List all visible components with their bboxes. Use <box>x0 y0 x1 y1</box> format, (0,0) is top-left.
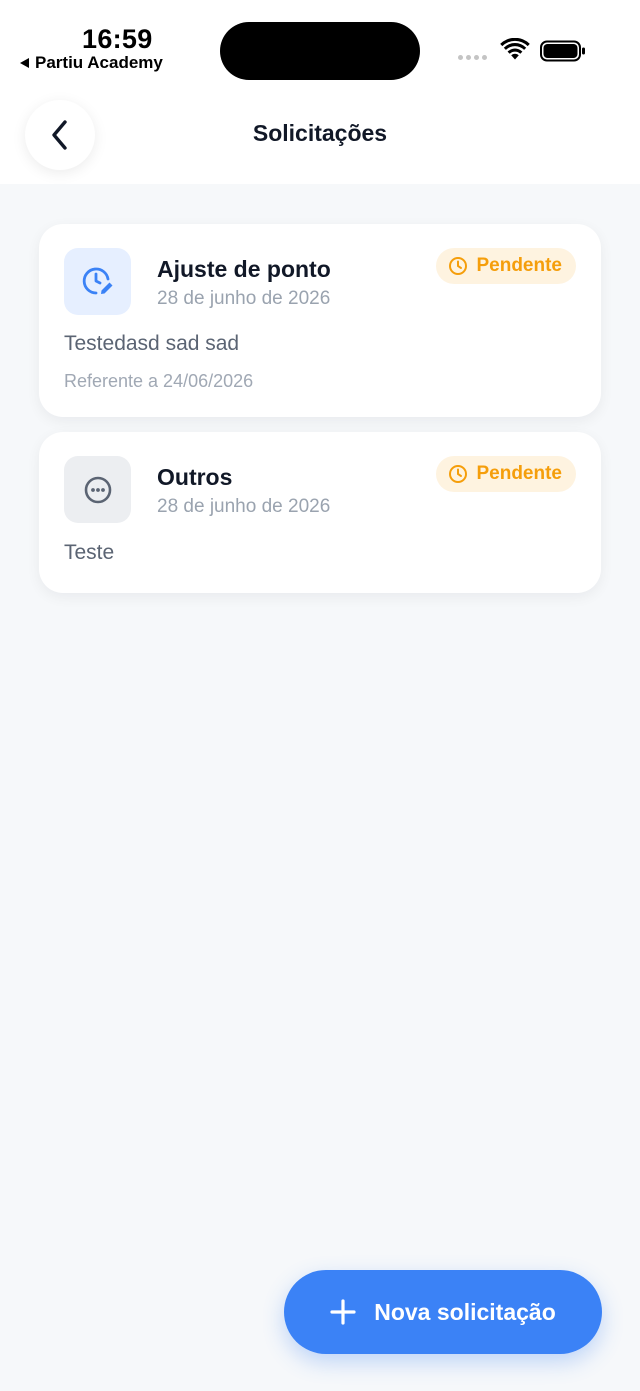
wifi-icon <box>500 38 530 60</box>
back-app-label: Partiu Academy <box>35 53 163 72</box>
status-bar: 16:59 Partiu Academy <box>0 0 640 88</box>
request-type-icon-box <box>64 456 131 523</box>
plus-icon <box>330 1299 356 1325</box>
status-time: 16:59 <box>82 24 153 54</box>
dynamic-island <box>220 22 420 80</box>
request-title: Ajuste de ponto <box>157 256 331 282</box>
request-title: Outros <box>157 464 233 490</box>
cellular-signal-icon <box>458 55 487 60</box>
request-card[interactable]: Outros 28 de junho de 2026 Pendente Test… <box>39 432 601 593</box>
status-badge-label: Pendente <box>476 255 562 276</box>
request-reference: Referente a 24/06/2026 <box>64 371 254 391</box>
request-description: Testedasd sad sad <box>64 332 240 355</box>
clock-icon <box>449 465 468 483</box>
back-to-app-link[interactable]: Partiu Academy <box>20 53 163 73</box>
app-header: Solicitações <box>0 88 640 184</box>
request-date: 28 de junho de 2026 <box>157 496 331 517</box>
new-request-button[interactable]: Nova solicitação <box>284 1270 602 1354</box>
battery-icon <box>540 40 585 62</box>
clock-edit-icon <box>82 267 112 294</box>
new-request-label: Nova solicitação <box>374 1298 556 1325</box>
more-horizontal-circle-icon <box>84 476 111 503</box>
status-badge: Pendente <box>436 456 576 492</box>
clock-icon <box>449 257 468 275</box>
page-title: Solicitações <box>252 120 388 146</box>
back-triangle-icon <box>20 58 29 68</box>
request-date: 28 de junho de 2026 <box>157 288 331 309</box>
status-badge-label: Pendente <box>476 463 562 484</box>
request-type-icon-box <box>64 248 131 315</box>
request-card[interactable]: Ajuste de ponto 28 de junho de 2026 Pend… <box>39 224 601 417</box>
status-badge: Pendente <box>436 248 576 284</box>
request-description: Teste <box>64 541 115 564</box>
